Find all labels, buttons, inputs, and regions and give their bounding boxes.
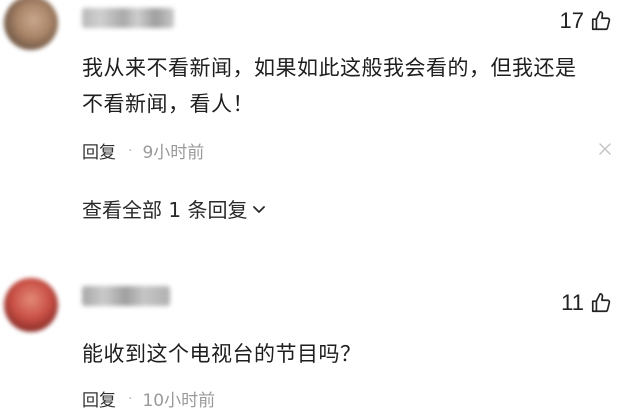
comment-text-line: 我从来不看新闻，如果如此这般我会看的，但我还是 [82, 56, 577, 80]
timestamp: 10小时前 [142, 391, 216, 408]
like-count: 11 [561, 290, 584, 315]
view-all-replies-button[interactable]: 查看全部 1 条回复 [82, 194, 267, 223]
meta-separator: · [128, 390, 133, 407]
comment-meta: 回复 · 9小时前 [82, 138, 205, 164]
meta-separator: · [128, 142, 133, 159]
comment-list: 17 我从来不看新闻，如果如此这般我会看的，但我还是 不看新闻，看人！ 回复 ·… [0, 0, 634, 408]
comment-text: 我从来不看新闻，如果如此这般我会看的，但我还是 不看新闻，看人！ [82, 50, 612, 122]
reply-button[interactable]: 回复 [82, 386, 116, 408]
view-all-replies-label: 查看全部 1 条回复 [82, 198, 248, 222]
comment-text-line: 不看新闻，看人！ [82, 92, 254, 116]
like-count: 17 [559, 8, 584, 33]
chevron-down-icon [251, 201, 267, 217]
thumbs-up-icon [590, 10, 612, 32]
comment-item: 17 我从来不看新闻，如果如此这般我会看的，但我还是 不看新闻，看人！ 回复 ·… [0, 0, 634, 245]
like-button[interactable]: 17 [560, 8, 612, 34]
avatar[interactable] [4, 278, 58, 332]
thumbs-up-icon [590, 292, 612, 314]
comment-text-line: 能收到这个电视台的节目吗？ [82, 342, 362, 366]
username-blurred[interactable] [82, 286, 170, 306]
username-blurred[interactable] [82, 8, 174, 28]
reply-button[interactable]: 回复 [82, 138, 116, 163]
timestamp: 9小时前 [142, 143, 205, 163]
close-icon[interactable] [598, 142, 612, 156]
comment-meta: 回复 · 10小时前 [82, 386, 215, 408]
comment-item: 11 能收到这个电视台的节目吗？ 回复 · 10小时前 [0, 268, 634, 408]
like-button[interactable]: 11 [561, 290, 612, 316]
comment-text: 能收到这个电视台的节目吗？ [82, 336, 612, 372]
avatar[interactable] [4, 0, 58, 50]
